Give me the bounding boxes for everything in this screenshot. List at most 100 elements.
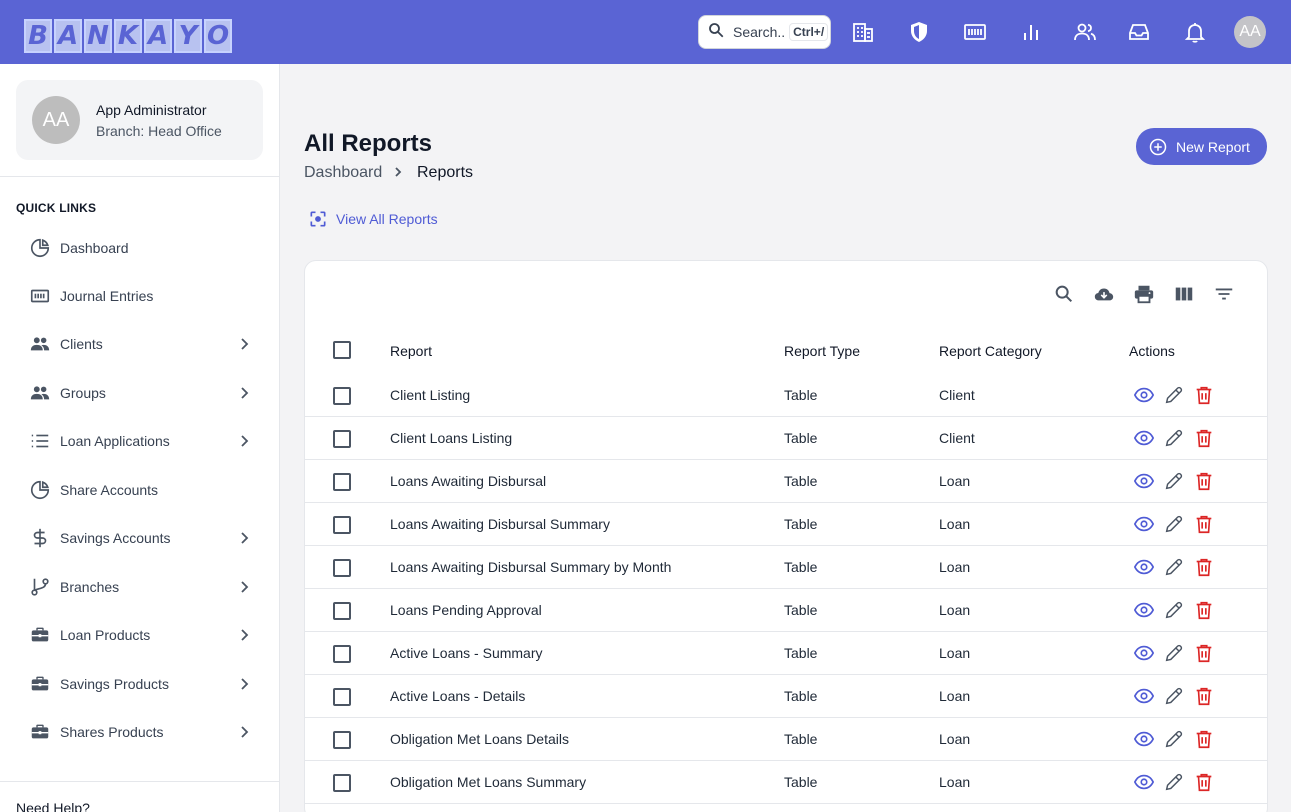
report-name-cell[interactable]: Loans Awaiting Disbursal [390, 473, 546, 489]
edit-icon[interactable] [1163, 427, 1185, 449]
logo-letter: Y [174, 19, 202, 53]
table-row[interactable]: Active Loans - Summary Table Loan [305, 632, 1267, 675]
table-search-icon[interactable] [1053, 283, 1075, 305]
header-avatar[interactable]: AA [1234, 16, 1266, 48]
table-row[interactable]: Active Loans - Details Table Loan [305, 675, 1267, 718]
table-row[interactable]: Client Loans Listing Table Client [305, 417, 1267, 460]
table-row[interactable]: Client Listing Table Client [305, 374, 1267, 417]
sidebar-item-loan-products[interactable]: Loan Products [16, 613, 264, 657]
sidebar-item-label: Savings Products [60, 676, 169, 692]
report-name-cell[interactable]: Active Loans - Details [390, 688, 525, 704]
row-checkbox[interactable] [333, 516, 351, 534]
row-checkbox[interactable] [333, 473, 351, 491]
report-name-cell[interactable]: Client Loans Listing [390, 430, 512, 446]
shield-icon[interactable] [907, 20, 931, 44]
sidebar-item-journal-entries[interactable]: Journal Entries [16, 274, 264, 318]
logo-letter: N [84, 19, 112, 53]
edit-icon[interactable] [1163, 599, 1185, 621]
cloud-download-icon[interactable] [1093, 283, 1115, 305]
bell-icon[interactable] [1183, 20, 1207, 44]
edit-icon[interactable] [1163, 384, 1185, 406]
edit-icon[interactable] [1163, 728, 1185, 750]
edit-icon[interactable] [1163, 556, 1185, 578]
sidebar-item-dashboard[interactable]: Dashboard [16, 226, 264, 270]
view-all-reports-link[interactable]: View All Reports [308, 209, 438, 229]
print-icon[interactable] [1133, 283, 1155, 305]
delete-icon[interactable] [1193, 771, 1215, 793]
row-checkbox[interactable] [333, 774, 351, 792]
edit-icon[interactable] [1163, 470, 1185, 492]
report-name-cell[interactable]: Loans Awaiting Disbursal Summary by Mont… [390, 559, 671, 575]
sidebar-item-branches[interactable]: Branches [16, 565, 264, 609]
report-name-cell[interactable]: Obligation Met Loans Summary [390, 774, 586, 790]
row-checkbox[interactable] [333, 731, 351, 749]
users-icon[interactable] [1073, 20, 1097, 44]
table-row[interactable]: Loans Awaiting Disbursal Summary Table Loa… [305, 503, 1267, 546]
delete-icon[interactable] [1193, 642, 1215, 664]
view-icon[interactable] [1133, 470, 1155, 492]
row-checkbox[interactable] [333, 430, 351, 448]
edit-icon[interactable] [1163, 513, 1185, 535]
sidebar-item-groups[interactable]: Groups [16, 371, 264, 415]
row-checkbox[interactable] [333, 559, 351, 577]
search-placeholder[interactable]: Search.. [733, 24, 785, 40]
columns-icon[interactable] [1173, 283, 1195, 305]
report-name-cell[interactable]: Loans Awaiting Disbursal Summary [390, 516, 610, 532]
need-help-link[interactable]: Need Help? [16, 800, 90, 812]
report-name-cell[interactable]: Loans Pending Approval [390, 602, 542, 618]
view-icon[interactable] [1133, 513, 1155, 535]
delete-icon[interactable] [1193, 556, 1215, 578]
delete-icon[interactable] [1193, 513, 1215, 535]
view-icon[interactable] [1133, 599, 1155, 621]
delete-icon[interactable] [1193, 384, 1215, 406]
table-row[interactable]: Loans Awaiting Disbursal Summary by Mont… [305, 546, 1267, 589]
select-all-checkbox[interactable] [333, 341, 351, 359]
delete-icon[interactable] [1193, 470, 1215, 492]
user-card[interactable]: AA App Administrator Branch: Head Office [16, 80, 263, 160]
edit-icon[interactable] [1163, 685, 1185, 707]
delete-icon[interactable] [1193, 728, 1215, 750]
view-icon[interactable] [1133, 771, 1155, 793]
inbox-icon[interactable] [1127, 20, 1151, 44]
sidebar-item-clients[interactable]: Clients [16, 322, 264, 366]
row-checkbox[interactable] [333, 387, 351, 405]
row-checkbox[interactable] [333, 688, 351, 706]
bar-chart-icon[interactable] [1019, 20, 1043, 44]
table-row[interactable]: Obligation Met Loans Summary Table Loan [305, 761, 1267, 804]
column-header-report-category[interactable]: Report Category [939, 343, 1042, 359]
search-box[interactable]: Search.. Ctrl+/ [698, 15, 831, 49]
row-checkbox[interactable] [333, 645, 351, 663]
building-icon[interactable] [851, 20, 875, 44]
ledger-icon[interactable] [963, 20, 987, 44]
table-row[interactable]: Loans Awaiting Disbursal Table Loan [305, 460, 1267, 503]
delete-icon[interactable] [1193, 599, 1215, 621]
brand-logo[interactable]: BANKAYO [24, 19, 232, 53]
sidebar-item-share-accounts[interactable]: Share Accounts [16, 468, 264, 512]
table-row[interactable]: Obligation Met Loans Details Table Loan [305, 718, 1267, 761]
view-icon[interactable] [1133, 427, 1155, 449]
new-report-button[interactable]: New Report [1136, 128, 1267, 165]
column-header-report-type[interactable]: Report Type [784, 343, 860, 359]
report-name-cell[interactable]: Obligation Met Loans Details [390, 731, 569, 747]
sidebar-item-savings-accounts[interactable]: Savings Accounts [16, 516, 264, 560]
view-icon[interactable] [1133, 642, 1155, 664]
view-icon[interactable] [1133, 384, 1155, 406]
column-header-report[interactable]: Report [390, 343, 432, 359]
report-name-cell[interactable]: Active Loans - Summary [390, 645, 543, 661]
view-icon[interactable] [1133, 728, 1155, 750]
edit-icon[interactable] [1163, 642, 1185, 664]
breadcrumb-dashboard[interactable]: Dashboard [304, 164, 382, 182]
report-name-cell[interactable]: Client Listing [390, 387, 470, 403]
view-icon[interactable] [1133, 685, 1155, 707]
sidebar-item-shares-products[interactable]: Shares Products [16, 710, 264, 754]
sidebar-item-loan-applications[interactable]: Loan Applications [16, 419, 264, 463]
sidebar-item-savings-products[interactable]: Savings Products [16, 662, 264, 706]
row-checkbox[interactable] [333, 602, 351, 620]
delete-icon[interactable] [1193, 427, 1215, 449]
filter-icon[interactable] [1213, 283, 1235, 305]
delete-icon[interactable] [1193, 685, 1215, 707]
table-row[interactable]: Loans Pending Approval Table Loan [305, 589, 1267, 632]
sidebar-item-label: Dashboard [60, 240, 129, 256]
view-icon[interactable] [1133, 556, 1155, 578]
edit-icon[interactable] [1163, 771, 1185, 793]
